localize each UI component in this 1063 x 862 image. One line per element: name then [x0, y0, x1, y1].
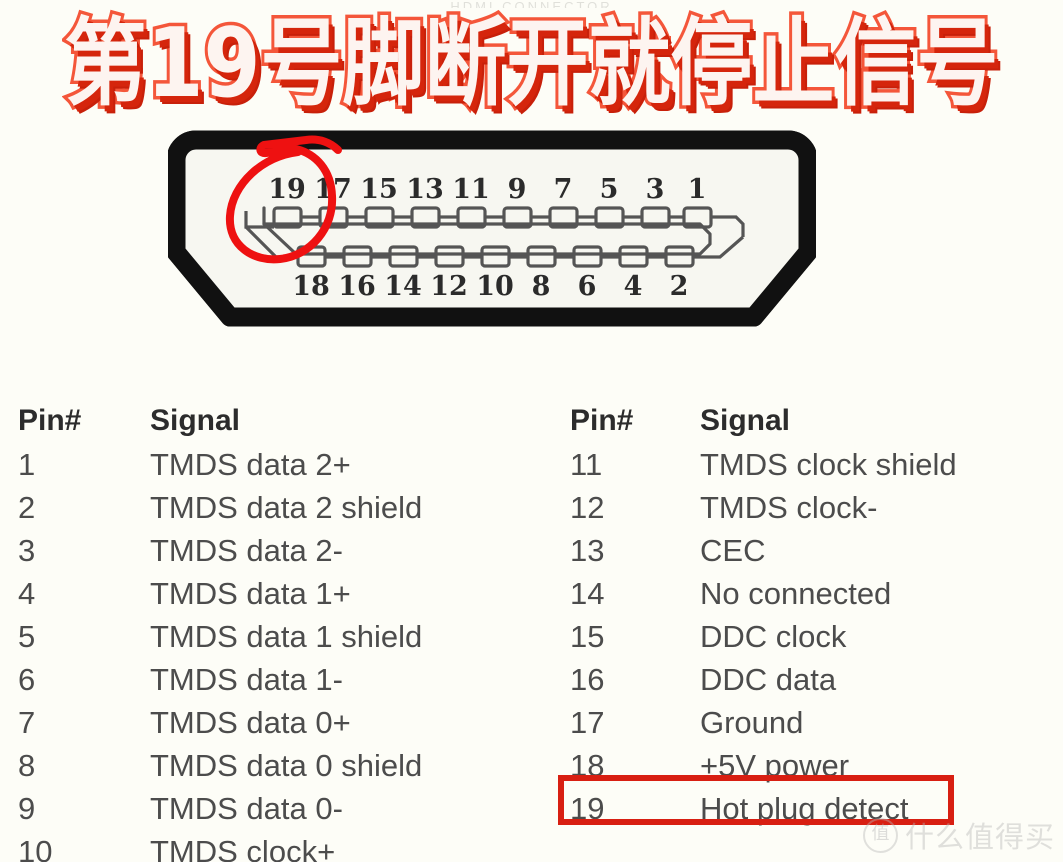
pin-signal: TMDS data 2 shield [150, 490, 423, 525]
pin-label-4: 4 [624, 271, 643, 302]
pin-label-5: 5 [600, 174, 619, 205]
pin-label-10: 10 [476, 271, 514, 302]
pin-number: 3 [18, 533, 36, 568]
table-header-row: Pin# Signal [570, 404, 1050, 447]
table-header-row: Pin# Signal [18, 404, 518, 447]
pin-label-14: 14 [384, 271, 422, 302]
pin-signal: No connected [700, 576, 892, 611]
pin-number: 10 [18, 834, 53, 862]
pin-signal: TMDS data 1- [150, 662, 343, 697]
column-header-signal: Signal [150, 404, 241, 437]
pin-number: 14 [570, 576, 605, 611]
pin-label-6: 6 [578, 271, 597, 302]
table-row: 16 DDC data [570, 662, 1050, 705]
table-row: 13 CEC [570, 533, 1050, 576]
column-header-signal: Signal [700, 404, 791, 437]
pin-label-2: 2 [670, 271, 689, 302]
pin-signal: DDC clock [700, 619, 847, 654]
pin-label-1: 1 [688, 174, 707, 205]
table-row: 15 DDC clock [570, 619, 1050, 662]
pin-number: 19 [570, 791, 605, 826]
pin-signal: TMDS data 0 shield [150, 748, 423, 783]
pinout-table-right: Pin# Signal 11 TMDS clock shield 12 TMDS… [570, 404, 1050, 834]
pin-label-12: 12 [430, 271, 468, 302]
pin-number: 12 [570, 490, 605, 525]
pin-signal: TMDS clock+ [150, 834, 336, 862]
table-row: 4 TMDS data 1+ [18, 576, 518, 619]
pin-signal: Hot plug detect [700, 791, 909, 826]
pin-number: 5 [18, 619, 36, 654]
pin-label-13: 13 [406, 174, 444, 205]
table-row: 1 TMDS data 2+ [18, 447, 518, 490]
pin-number: 17 [570, 705, 605, 740]
pin-signal: TMDS data 0+ [150, 705, 351, 740]
column-header-pin: Pin# [570, 404, 634, 437]
table-row: 10 TMDS clock+ [18, 834, 518, 862]
pin-signal: +5V power [700, 748, 850, 783]
pin-number: 16 [570, 662, 605, 697]
table-row: 14 No connected [570, 576, 1050, 619]
table-row: 9 TMDS data 0- [18, 791, 518, 834]
pin-signal: TMDS data 0- [150, 791, 343, 826]
bottom-pin-labels: 18 16 14 12 10 8 6 4 2 [292, 271, 688, 302]
pin-label-16: 16 [338, 271, 376, 302]
table-row: 7 TMDS data 0+ [18, 705, 518, 748]
table-row-highlighted: 19 Hot plug detect [570, 791, 1050, 834]
pinout-table-left: Pin# Signal 1 TMDS data 2+ 2 TMDS data 2… [18, 404, 518, 862]
pin-label-7: 7 [554, 174, 573, 205]
column-header-pin: Pin# [18, 404, 82, 437]
pin-number: 1 [18, 447, 36, 482]
pin-signal: DDC data [700, 662, 837, 697]
pin-signal: TMDS data 2- [150, 533, 343, 568]
pin-label-8: 8 [532, 271, 551, 302]
pin-number: 7 [18, 705, 36, 740]
pin-number: 15 [570, 619, 605, 654]
pin-number: 4 [18, 576, 36, 611]
pin-signal: Ground [700, 705, 804, 740]
table-row: 17 Ground [570, 705, 1050, 748]
table-row: 5 TMDS data 1 shield [18, 619, 518, 662]
pin-number: 11 [570, 447, 603, 482]
pin-signal: TMDS clock- [700, 490, 878, 525]
pin-number: 6 [18, 662, 36, 697]
headline-text: 第19号脚断开就停止信号 [61, 5, 1001, 122]
pin-number: 9 [18, 791, 36, 826]
pin-label-3: 3 [646, 174, 665, 205]
screenshot-root: HDMI CONNECTOR 第19号脚断开就停止信号 19 17 15 13 … [0, 0, 1063, 862]
table-row: 3 TMDS data 2- [18, 533, 518, 576]
table-row: 8 TMDS data 0 shield [18, 748, 518, 791]
pin-label-11: 11 [452, 174, 490, 205]
pin-label-15: 15 [360, 174, 398, 205]
table-row: 18 +5V power [570, 748, 1050, 791]
hdmi-connector-diagram: 19 17 15 13 11 9 7 5 3 1 18 16 14 12 10 … [168, 112, 816, 344]
table-row: 2 TMDS data 2 shield [18, 490, 518, 533]
pin-signal: TMDS data 1 shield [150, 619, 423, 654]
pin-number: 18 [570, 748, 605, 783]
pin-signal: CEC [700, 533, 766, 568]
pin-number: 13 [570, 533, 605, 568]
table-row: 11 TMDS clock shield [570, 447, 1050, 490]
pin-number: 8 [18, 748, 36, 783]
pin-signal: TMDS data 2+ [150, 447, 351, 482]
pin-label-9: 9 [508, 174, 527, 205]
pin-signal: TMDS data 1+ [150, 576, 351, 611]
pin-number: 2 [18, 490, 36, 525]
pin-label-19: 19 [268, 174, 306, 205]
pin-signal: TMDS clock shield [700, 447, 957, 482]
pin-label-18: 18 [292, 271, 330, 302]
table-row: 6 TMDS data 1- [18, 662, 518, 705]
table-row: 12 TMDS clock- [570, 490, 1050, 533]
